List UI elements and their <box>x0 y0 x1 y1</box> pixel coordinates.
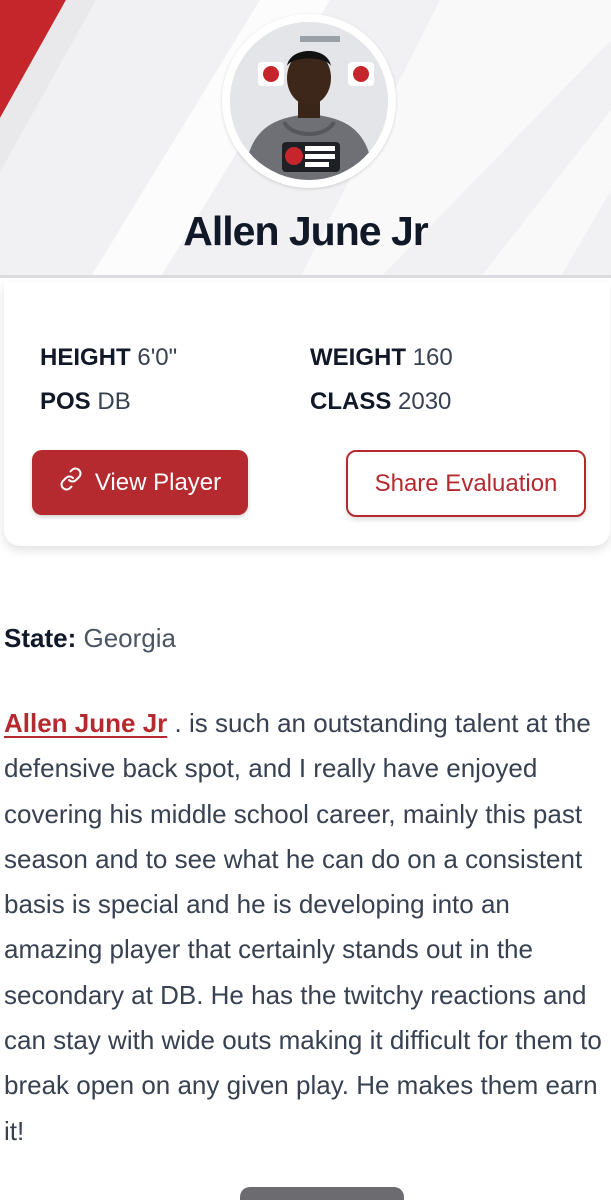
stat-weight: WEIGHT 160 <box>310 344 453 372</box>
state-value: Georgia <box>83 623 176 653</box>
stat-class: CLASS 2030 <box>310 388 451 416</box>
stat-position: POS DB <box>40 388 131 416</box>
share-evaluation-button[interactable]: Share Evaluation <box>346 450 586 517</box>
player-profile-link[interactable]: Allen June Jr <box>4 708 167 738</box>
stat-position-value: DB <box>97 388 131 415</box>
bottom-toolbar-handle[interactable] <box>240 1187 404 1200</box>
stat-height-label: HEIGHT <box>40 344 131 371</box>
player-info-card: HEIGHT 6'0" WEIGHT 160 POS DB CLASS 2030… <box>4 282 610 546</box>
banner-divider <box>0 275 611 278</box>
stat-class-value: 2030 <box>398 388 452 415</box>
view-player-button[interactable]: View Player <box>32 450 248 515</box>
stat-position-label: POS <box>40 388 91 415</box>
stat-class-label: CLASS <box>310 388 392 415</box>
stat-weight-label: WEIGHT <box>310 344 406 371</box>
profile-banner: Allen June Jr <box>0 0 611 278</box>
evaluation-text: Allen June Jr . is such an outstanding t… <box>4 701 606 1154</box>
stat-weight-value: 160 <box>412 344 453 371</box>
stat-height: HEIGHT 6'0" <box>40 344 177 372</box>
stat-height-value: 6'0" <box>137 344 178 371</box>
player-avatar <box>222 14 396 188</box>
state-line: State: Georgia <box>4 623 176 654</box>
link-icon <box>59 467 83 498</box>
state-label: State: <box>4 623 77 653</box>
view-player-label: View Player <box>94 468 222 496</box>
player-photo <box>230 22 388 180</box>
share-evaluation-label: Share Evaluation <box>374 469 558 497</box>
evaluation-body: . is such an outstanding talent at the d… <box>4 708 602 1146</box>
player-name: Allen June Jr <box>183 208 428 254</box>
